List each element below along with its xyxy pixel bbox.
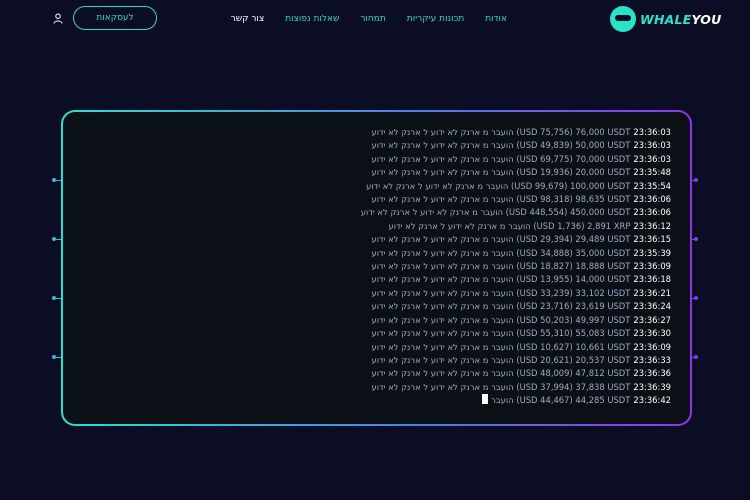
log-line: הועבר מ ארנק לא ידוע ל ארנק לא ידוע (USD…: [371, 354, 671, 367]
log-line: הועבר מ ארנק לא ידוע ל ארנק לא ידוע (USD…: [371, 381, 671, 394]
user-icon[interactable]: [53, 13, 63, 24]
log-line-text: הועבר מ ארנק לא ידוע ל ארנק לא ידוע (USD…: [371, 234, 631, 245]
log-line-text: הועבר מ ארנק לא ידוע ל ארנק לא ידוע (USD…: [371, 167, 631, 178]
log-line-text: הועבר מ ארנק לא ידוע ל ארנק לא ידוע (USD…: [388, 220, 631, 231]
log-line-time: 23:35:54: [633, 180, 671, 191]
log-line-time: 23:36:09: [633, 341, 671, 352]
main-nav: אודות תכונות עיקריות תמחור שאלות נפוצות …: [231, 12, 507, 26]
brand-wordmark-part1: WHALE: [640, 11, 692, 27]
log-line-text: הועבר מ ארנק לא ידוע ל ארנק לא ידוע (USD…: [371, 127, 631, 137]
log-line-time: 23:36:42: [633, 395, 671, 406]
log-line-time: 23:36:06: [633, 194, 671, 205]
log-line-time: 23:36:27: [633, 314, 671, 325]
log-line: הועבר מ ארנק לא ידוע ל ארנק לא ידוע (USD…: [371, 287, 671, 300]
log-line-time: 23:36:03: [633, 127, 671, 137]
log-line-text: הועבר (USD 44,467) 44,285 USDT: [491, 395, 631, 406]
log-line-text: הועבר מ ארנק לא ידוע ל ארנק לא ידוע (USD…: [366, 180, 631, 191]
log-line-time: 23:35:39: [633, 247, 671, 258]
deals-button[interactable]: לעסקאות: [73, 6, 157, 30]
log-line-text: הועבר מ ארנק לא ידוע ל ארנק לא ידוע (USD…: [371, 341, 631, 352]
log-line: הועבר מ ארנק לא ידוע ל ארנק לא ידוע (USD…: [371, 260, 671, 273]
log-line: הועבר מ ארנק לא ידוע ל ארנק לא ידוע (USD…: [371, 233, 671, 246]
nav-item-contact[interactable]: צור קשר: [231, 12, 265, 26]
brand-wordmark-part2: YOU: [691, 11, 722, 27]
whale-logo-icon: [610, 6, 636, 32]
text-cursor-icon: [482, 394, 489, 405]
log-line: הועבר מ ארנק לא ידוע ל ארנק לא ידוע (USD…: [371, 367, 671, 380]
log-line: הועבר מ ארנק לא ידוע ל ארנק לא ידוע (USD…: [371, 300, 671, 313]
log-line-time: 23:36:33: [633, 354, 671, 365]
log-line: הועבר מ ארנק לא ידוע ל ארנק לא ידוע (USD…: [371, 193, 671, 206]
log-line-text: הועבר מ ארנק לא ידוע ל ארנק לא ידוע (USD…: [371, 194, 631, 205]
log-line: הועבר מ ארנק לא ידוע ל ארנק לא ידוע (USD…: [361, 206, 671, 219]
log-line-text: הועבר מ ארנק לא ידוע ל ארנק לא ידוע (USD…: [371, 247, 631, 258]
log-line-text: הועבר מ ארנק לא ידוע ל ארנק לא ידוע (USD…: [371, 274, 631, 285]
brand-wordmark: WHALEYOU: [640, 12, 721, 27]
log-line-time: 23:36:06: [633, 207, 671, 218]
log-line: הועבר מ ארנק לא ידוע ל ארנק לא ידוע (USD…: [371, 314, 671, 327]
log-line: הועבר מ ארנק לא ידוע ל ארנק לא ידוע (USD…: [371, 139, 671, 152]
log-line-time: 23:36:39: [633, 381, 671, 392]
log-line: הועבר (USD 44,467) 44,285 USDT 23:36:42: [482, 394, 671, 407]
transaction-log[interactable]: הועבר מ ארנק לא ידוע ל ארנק לא ידוע (USD…: [361, 126, 671, 408]
log-line-text: הועבר מ ארנק לא ידוע ל ארנק לא ידוע (USD…: [371, 368, 631, 379]
log-line: הועבר מ ארנק לא ידוע ל ארנק לא ידוע (USD…: [371, 327, 671, 340]
nav-item-features[interactable]: תכונות עיקריות: [407, 12, 464, 26]
log-line: הועבר מ ארנק לא ידוע ל ארנק לא ידוע (USD…: [371, 153, 671, 166]
log-line-time: 23:36:03: [633, 153, 671, 164]
transaction-feed-panel: הועבר מ ארנק לא ידוע ל ארנק לא ידוע (USD…: [61, 110, 692, 426]
brand-logo[interactable]: WHALEYOU: [610, 5, 721, 33]
nav-item-pricing[interactable]: תמחור: [360, 12, 385, 26]
log-line-text: הועבר מ ארנק לא ידוע ל ארנק לא ידוע (USD…: [371, 140, 631, 151]
nav-item-about[interactable]: אודות: [485, 12, 507, 26]
nav-item-faq[interactable]: שאלות נפוצות: [285, 12, 339, 26]
log-line-text: הועבר מ ארנק לא ידוע ל ארנק לא ידוע (USD…: [371, 314, 631, 325]
log-line: הועבר מ ארנק לא ידוע ל ארנק לא ידוע (USD…: [371, 341, 671, 354]
log-line-text: הועבר מ ארנק לא ידוע ל ארנק לא ידוע (USD…: [371, 261, 631, 272]
log-line-time: 23:36:21: [633, 287, 671, 298]
log-line-time: 23:35:48: [633, 167, 671, 178]
log-line: הועבר מ ארנק לא ידוע ל ארנק לא ידוע (USD…: [371, 126, 671, 139]
log-line-time: 23:36:18: [633, 274, 671, 285]
log-line-time: 23:36:15: [633, 234, 671, 245]
log-line-time: 23:36:30: [633, 328, 671, 339]
log-line-time: 23:36:03: [633, 140, 671, 151]
log-line: הועבר מ ארנק לא ידוע ל ארנק לא ידוע (USD…: [371, 273, 671, 286]
log-line: הועבר מ ארנק לא ידוע ל ארנק לא ידוע (USD…: [371, 247, 671, 260]
log-line: הועבר מ ארנק לא ידוע ל ארנק לא ידוע (USD…: [389, 220, 671, 233]
log-line-text: הועבר מ ארנק לא ידוע ל ארנק לא ידוע (USD…: [371, 328, 631, 339]
log-line: הועבר מ ארנק לא ידוע ל ארנק לא ידוע (USD…: [371, 166, 671, 179]
log-line-text: הועבר מ ארנק לא ידוע ל ארנק לא ידוע (USD…: [371, 381, 631, 392]
log-line-text: הועבר מ ארנק לא ידוע ל ארנק לא ידוע (USD…: [371, 354, 631, 365]
log-line-text: הועבר מ ארנק לא ידוע ל ארנק לא ידוע (USD…: [360, 207, 631, 218]
log-line: הועבר מ ארנק לא ידוע ל ארנק לא ידוע (USD…: [366, 180, 671, 193]
log-line-text: הועבר מ ארנק לא ידוע ל ארנק לא ידוע (USD…: [371, 287, 631, 298]
log-line-time: 23:36:36: [633, 368, 671, 379]
log-line-text: הועבר מ ארנק לא ידוע ל ארנק לא ידוע (USD…: [371, 301, 631, 312]
log-line-time: 23:36:09: [633, 261, 671, 272]
log-line-text: הועבר מ ארנק לא ידוע ל ארנק לא ידוע (USD…: [371, 153, 631, 164]
log-line-time: 23:36:12: [633, 220, 671, 231]
log-line-time: 23:36:24: [633, 301, 671, 312]
top-navigation-bar: WHALEYOU אודות תכונות עיקריות תמחור שאלו…: [0, 0, 750, 38]
